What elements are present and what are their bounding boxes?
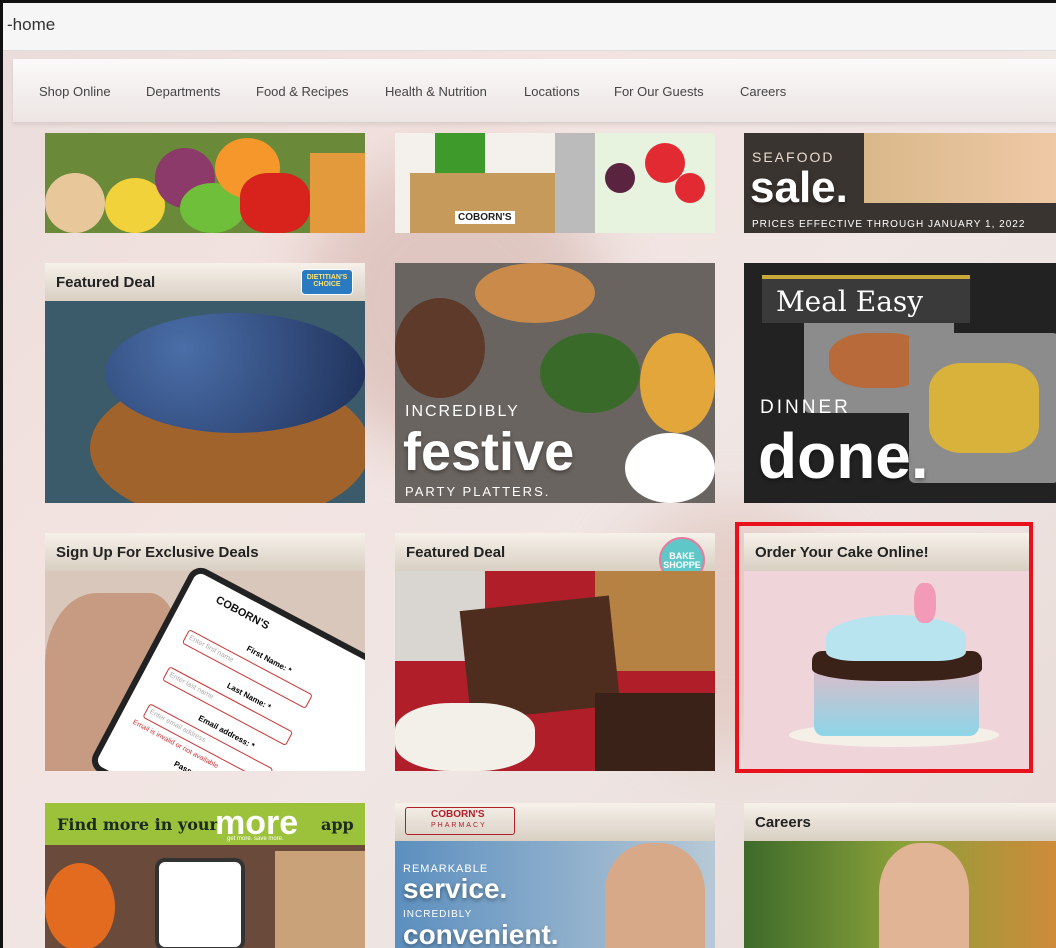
pharmacy-brand: COBORN'S	[431, 809, 485, 820]
squash-image	[310, 153, 365, 233]
page-tab-title: -home	[7, 15, 56, 34]
signup-deals-tile[interactable]: Sign Up For Exclusive Deals COBORN'S Fir…	[45, 533, 365, 771]
bag-logo: COBORN'S	[455, 211, 515, 224]
featured-deal-fudge-tile[interactable]: Featured Deal BAKE SHOPPE	[395, 533, 715, 771]
fruit-image	[45, 863, 115, 948]
meal-easy-tile[interactable]: Meal Easy DINNER done.	[744, 263, 1056, 503]
convenient-headline: convenient.	[403, 919, 559, 948]
cheese-platter-image	[640, 333, 715, 433]
pharmacist-image	[605, 843, 705, 948]
chocolate-clusters-image	[595, 693, 715, 771]
more-banner: Find more in your more get more. save mo…	[45, 803, 365, 845]
pharmacy-brand-sub: PHARMACY	[431, 822, 487, 829]
more-pre-text: Find more in your	[57, 815, 218, 834]
cake-order-tile[interactable]: Order Your Cake Online!	[744, 533, 1030, 769]
grocery-bag-tile[interactable]: COBORN'S	[395, 133, 715, 233]
sale-dates: PRICES EFFECTIVE THROUGH JANUARY 1, 2022	[752, 219, 1026, 230]
meal-tray-image	[909, 333, 1056, 483]
nav-food-recipes[interactable]: Food & Recipes	[256, 84, 349, 99]
featured-deal-blueberries-tile[interactable]: Featured Deal DIETITIAN'S CHOICE	[45, 263, 365, 503]
app-phone-image	[155, 858, 245, 948]
blueberries-image	[105, 313, 365, 433]
meal-easy-logo-text: Meal Easy	[776, 285, 924, 318]
paper-bag-image: COBORN'S	[410, 173, 560, 233]
nav-locations[interactable]: Locations	[524, 84, 580, 99]
strawberries-image	[595, 133, 715, 233]
address-bar[interactable]: -home	[3, 3, 1056, 51]
nav-shop-online[interactable]: Shop Online	[39, 84, 111, 99]
dietitians-choice-badge: DIETITIAN'S CHOICE	[301, 269, 353, 295]
muffin-image	[45, 173, 105, 233]
party-platters-label: PARTY PLATTERS.	[405, 484, 551, 499]
nav-for-our-guests[interactable]: For Our Guests	[614, 84, 704, 99]
tile-title: Careers	[744, 803, 1056, 841]
employee-image	[879, 843, 969, 948]
berry-platter-image	[625, 433, 715, 503]
fruit-platter-image	[395, 298, 485, 398]
browser-viewport: -home Shop Online Departments Food & Rec…	[0, 0, 1056, 948]
sale-headline: sale.	[750, 163, 848, 212]
shrimp-image	[864, 133, 1056, 203]
more-app-tile[interactable]: Find more in your more get more. save mo…	[45, 803, 365, 948]
more-post-text: app	[321, 815, 354, 834]
meal-easy-logo: Meal Easy	[762, 275, 970, 323]
bag-image	[275, 851, 365, 948]
pretzels-image	[395, 703, 535, 771]
produce-tile[interactable]	[45, 133, 365, 233]
tile-title: Sign Up For Exclusive Deals	[45, 533, 365, 571]
seafood-sale-tile[interactable]: SEAFOOD sale. PRICES EFFECTIVE THROUGH J…	[744, 133, 1056, 233]
nav-departments[interactable]: Departments	[146, 84, 220, 99]
dinner-label: DINNER	[760, 397, 851, 418]
done-headline: done.	[758, 420, 929, 492]
service-headline: service.	[403, 873, 508, 904]
pharmacy-tile[interactable]: COBORN'S PHARMACY REMARKABLE service. IN…	[395, 803, 715, 948]
tile-title: Order Your Cake Online!	[744, 533, 1030, 571]
phone-brand: COBORN'S	[213, 594, 272, 633]
main-nav: Shop Online Departments Food & Recipes H…	[13, 59, 1056, 123]
cookie-platter-image	[475, 263, 595, 323]
pepper-image	[240, 173, 310, 233]
unicorn-horn-image	[914, 583, 936, 623]
cupcakes-image	[826, 615, 966, 661]
festive-headline: festive	[403, 422, 575, 482]
incredibly-label: INCREDIBLY	[405, 403, 520, 420]
nav-health-nutrition[interactable]: Health & Nutrition	[385, 84, 487, 99]
nav-careers[interactable]: Careers	[740, 84, 786, 99]
pharmacy-header: COBORN'S PHARMACY	[395, 803, 715, 841]
festive-platters-tile[interactable]: INCREDIBLY festive PARTY PLATTERS.	[395, 263, 715, 503]
more-tagline: get more. save more.	[227, 836, 284, 842]
careers-tile[interactable]: Careers	[744, 803, 1056, 948]
veggie-platter-image	[540, 333, 640, 413]
